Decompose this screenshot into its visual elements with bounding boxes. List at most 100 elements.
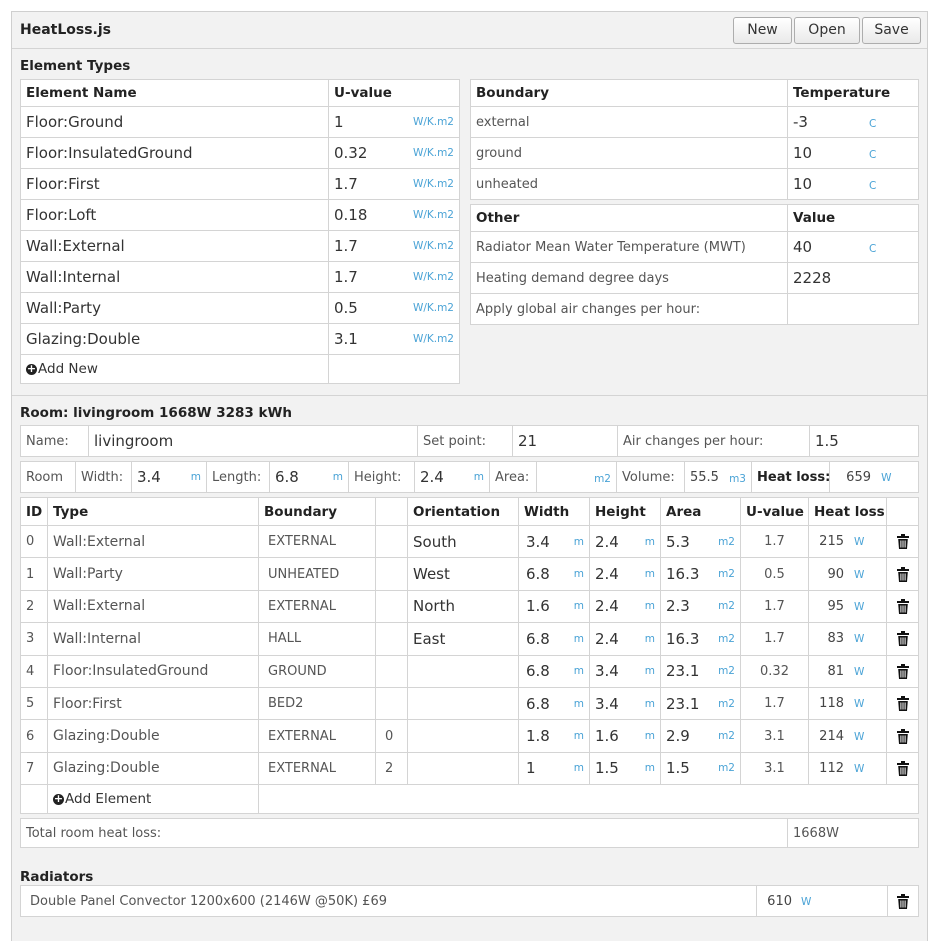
- radiator-select[interactable]: Double Panel Convector 1200x600 (2146W @…: [20, 885, 757, 918]
- ach-input[interactable]: 1.5: [809, 425, 919, 457]
- add-new-element-type-button[interactable]: + Add New: [26, 361, 98, 377]
- element-type-name[interactable]: Floor:Loft: [20, 199, 329, 231]
- other-setting-input[interactable]: 40 C: [787, 231, 919, 263]
- room-length-input[interactable]: 6.8 m: [269, 461, 349, 493]
- element-area-input[interactable]: 5.3 m2: [660, 524, 741, 559]
- other-setting-input[interactable]: [787, 293, 919, 325]
- boundary-name[interactable]: unheated: [470, 168, 788, 200]
- setpoint-input[interactable]: 21: [512, 425, 618, 457]
- element-width-input[interactable]: 3.4 m: [518, 524, 590, 559]
- element-extra[interactable]: [375, 654, 408, 688]
- element-boundary-select[interactable]: EXTERNAL: [258, 524, 376, 559]
- element-height-input[interactable]: 2.4 m: [589, 589, 661, 624]
- element-orientation-select[interactable]: West: [407, 557, 519, 591]
- save-button[interactable]: Save: [862, 16, 921, 44]
- element-type-u-value-input[interactable]: 0.5 W/K.m2: [328, 292, 460, 324]
- element-type-select[interactable]: Wall:External: [47, 589, 259, 624]
- element-type-u-value-input[interactable]: 0.32 W/K.m2: [328, 137, 460, 169]
- element-area-input[interactable]: 1.5 m2: [660, 751, 741, 786]
- element-extra[interactable]: [375, 686, 408, 721]
- element-orientation-select[interactable]: [407, 751, 519, 786]
- element-height-input[interactable]: 3.4 m: [589, 686, 661, 721]
- element-type-select[interactable]: Glazing:Double: [47, 719, 259, 753]
- delete-element-button[interactable]: [886, 654, 919, 688]
- element-type-name[interactable]: Floor:First: [20, 168, 329, 200]
- element-area-input[interactable]: 23.1 m2: [660, 654, 741, 688]
- element-extra[interactable]: 0: [375, 719, 408, 753]
- element-type-name[interactable]: Wall:Party: [20, 292, 329, 324]
- element-boundary-select[interactable]: UNHEATED: [258, 557, 376, 591]
- element-type-select[interactable]: Wall:External: [47, 524, 259, 559]
- element-type-name[interactable]: Wall:External: [20, 230, 329, 262]
- open-button[interactable]: Open: [794, 16, 860, 44]
- delete-element-button[interactable]: [886, 524, 919, 559]
- element-width-input[interactable]: 6.8 m: [518, 557, 590, 591]
- element-height-input[interactable]: 2.4 m: [589, 524, 661, 559]
- delete-element-button[interactable]: [886, 589, 919, 624]
- element-width-input[interactable]: 6.8 m: [518, 654, 590, 688]
- delete-element-button[interactable]: [886, 557, 919, 591]
- other-setting-input[interactable]: 2228: [787, 262, 919, 294]
- element-orientation-select[interactable]: South: [407, 524, 519, 559]
- element-type-select[interactable]: Floor:InsulatedGround: [47, 654, 259, 688]
- element-type-select[interactable]: Wall:Internal: [47, 622, 259, 656]
- element-type-name[interactable]: Floor:InsulatedGround: [20, 137, 329, 169]
- delete-element-button[interactable]: [886, 719, 919, 753]
- element-orientation-select[interactable]: East: [407, 622, 519, 656]
- element-area-input[interactable]: 16.3 m2: [660, 557, 741, 591]
- element-area-input[interactable]: 23.1 m2: [660, 686, 741, 721]
- element-width-input[interactable]: 6.8 m: [518, 686, 590, 721]
- element-type-u-value-input[interactable]: 1.7 W/K.m2: [328, 168, 460, 200]
- delete-element-button[interactable]: [886, 686, 919, 721]
- element-boundary-select[interactable]: EXTERNAL: [258, 589, 376, 624]
- element-orientation-select[interactable]: North: [407, 589, 519, 624]
- element-type-u-value-input[interactable]: 1.7 W/K.m2: [328, 261, 460, 293]
- boundary-name[interactable]: ground: [470, 137, 788, 169]
- element-orientation-select[interactable]: [407, 686, 519, 721]
- element-type-name[interactable]: Glazing:Double: [20, 323, 329, 355]
- element-area-input[interactable]: 16.3 m2: [660, 622, 741, 656]
- new-button[interactable]: New: [733, 16, 792, 44]
- element-height-input[interactable]: 2.4 m: [589, 622, 661, 656]
- element-type-select[interactable]: Wall:Party: [47, 557, 259, 591]
- element-type-u-value-input[interactable]: 0.18 W/K.m2: [328, 199, 460, 231]
- element-extra[interactable]: [375, 524, 408, 559]
- delete-element-button[interactable]: [886, 751, 919, 786]
- element-type-name[interactable]: Wall:Internal: [20, 261, 329, 293]
- element-type-u-value-input[interactable]: 1 W/K.m2: [328, 106, 460, 138]
- element-type-select[interactable]: Floor:First: [47, 686, 259, 721]
- element-type-name[interactable]: Floor:Ground: [20, 106, 329, 138]
- element-orientation-select[interactable]: [407, 654, 519, 688]
- element-width-input[interactable]: 1.6 m: [518, 589, 590, 624]
- element-area-input[interactable]: 2.3 m2: [660, 589, 741, 624]
- element-orientation-select[interactable]: [407, 719, 519, 753]
- element-height-input[interactable]: 2.4 m: [589, 557, 661, 591]
- boundary-temperature-input[interactable]: 10 C: [787, 137, 919, 169]
- element-boundary-select[interactable]: BED2: [258, 686, 376, 721]
- boundary-temperature-input[interactable]: 10 C: [787, 168, 919, 200]
- element-type-u-value-input[interactable]: 3.1 W/K.m2: [328, 323, 460, 355]
- element-boundary-select[interactable]: EXTERNAL: [258, 719, 376, 753]
- element-area-input[interactable]: 2.9 m2: [660, 719, 741, 753]
- element-boundary-select[interactable]: HALL: [258, 622, 376, 656]
- room-name-input[interactable]: livingroom: [88, 425, 418, 457]
- element-extra[interactable]: [375, 589, 408, 624]
- element-boundary-select[interactable]: EXTERNAL: [258, 751, 376, 786]
- element-boundary-select[interactable]: GROUND: [258, 654, 376, 688]
- boundary-temperature-input[interactable]: -3 C: [787, 106, 919, 138]
- element-height-input[interactable]: 1.5 m: [589, 751, 661, 786]
- element-type-u-value-input[interactable]: 1.7 W/K.m2: [328, 230, 460, 262]
- room-width-input[interactable]: 3.4 m: [131, 461, 207, 493]
- element-width-input[interactable]: 6.8 m: [518, 622, 590, 656]
- boundary-name[interactable]: external: [470, 106, 788, 138]
- element-height-input[interactable]: 3.4 m: [589, 654, 661, 688]
- element-type-select[interactable]: Glazing:Double: [47, 751, 259, 786]
- room-height-input[interactable]: 2.4 m: [414, 461, 490, 493]
- element-extra[interactable]: [375, 622, 408, 656]
- element-width-input[interactable]: 1.8 m: [518, 719, 590, 753]
- element-height-input[interactable]: 1.6 m: [589, 719, 661, 753]
- element-width-input[interactable]: 1m: [518, 751, 590, 786]
- add-element-button[interactable]: + Add Element: [53, 791, 151, 807]
- delete-element-button[interactable]: [886, 622, 919, 656]
- element-extra[interactable]: 2: [375, 751, 408, 786]
